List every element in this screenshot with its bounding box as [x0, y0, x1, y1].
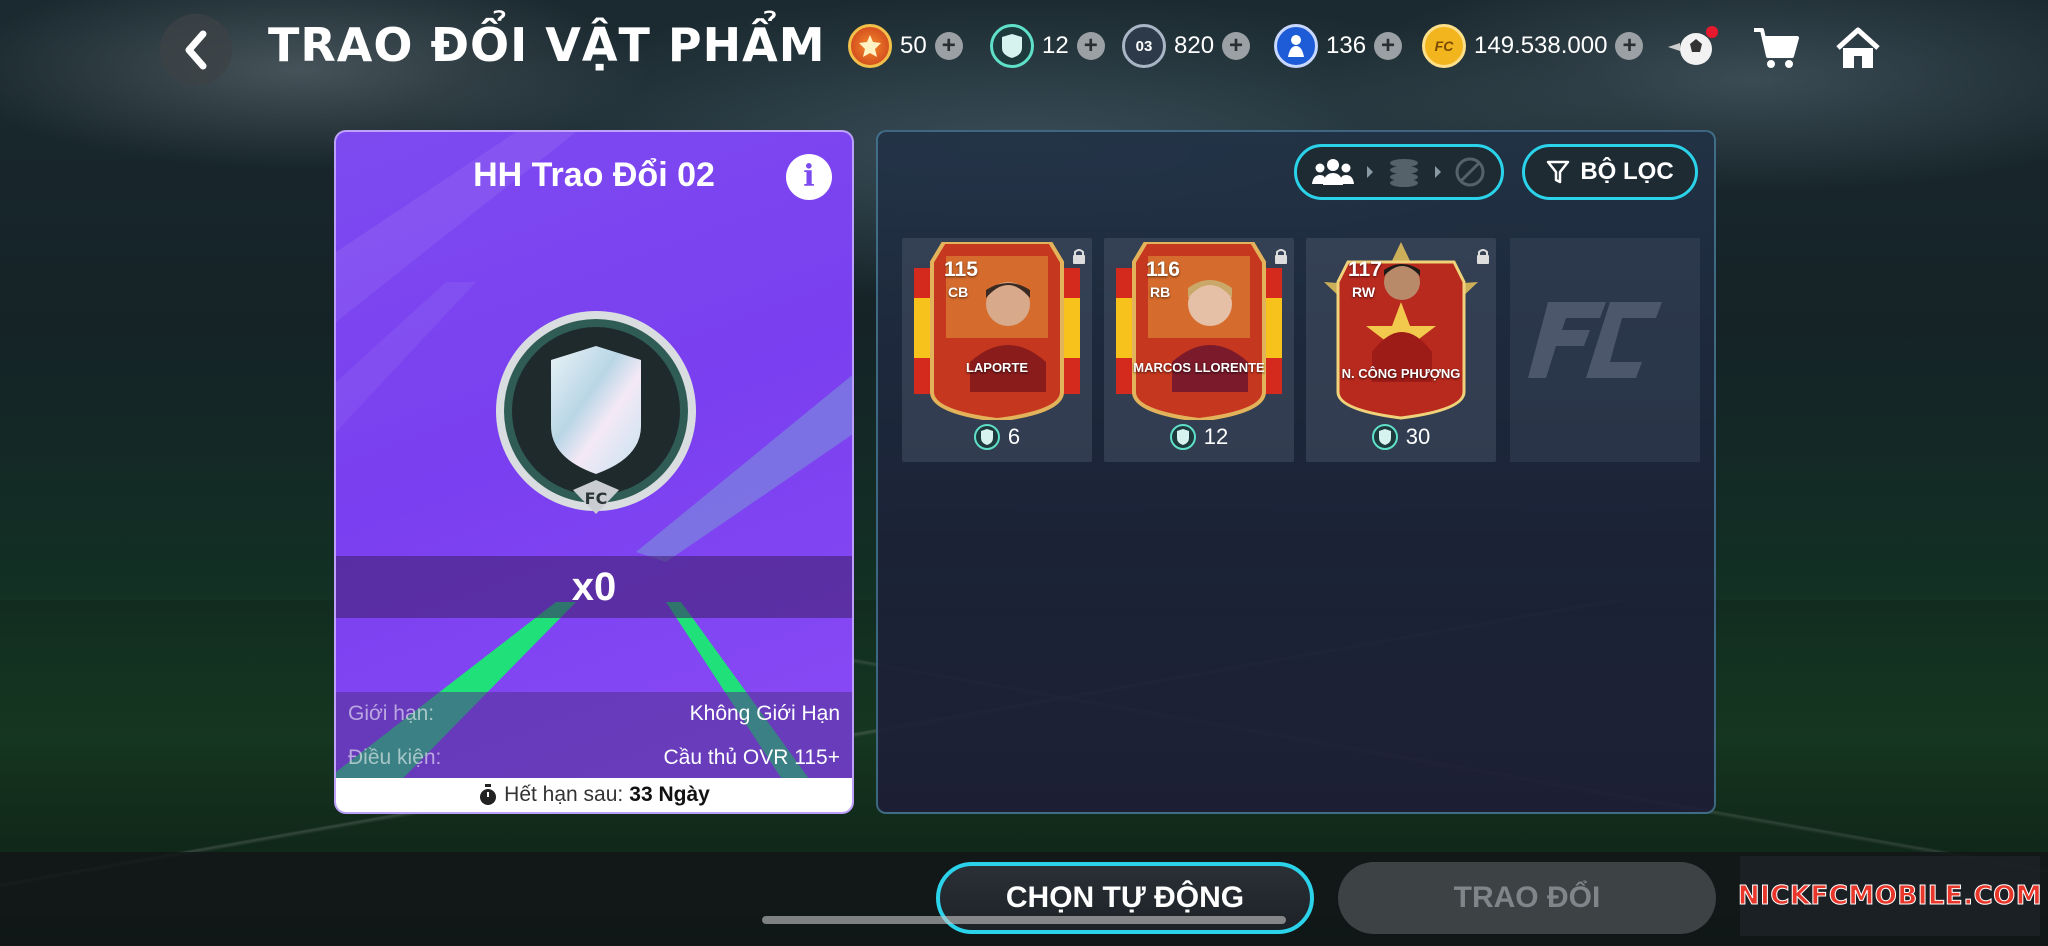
filter-label: BỘ LỌC	[1580, 158, 1674, 185]
home-icon[interactable]	[1830, 20, 1886, 76]
condition-row: Điều kiện: Cầu thủ OVR 115+	[336, 736, 852, 780]
currency-silver-shield: 12 +	[990, 22, 1105, 70]
expiry-value: 33 Ngày	[629, 783, 710, 806]
silver-shield-icon	[1169, 424, 1196, 450]
card-03-icon: 03	[1122, 24, 1166, 68]
exchange-card-title: HH Trao Đổi 02	[473, 156, 715, 194]
player-card-art	[914, 242, 1080, 420]
shopping-cart-icon[interactable]	[1748, 20, 1804, 76]
currency-fc-coin: FC 149.538.000 +	[1422, 22, 1644, 70]
stopwatch-icon	[480, 784, 497, 805]
add-card-button[interactable]: +	[1222, 32, 1251, 60]
home-indicator[interactable]	[762, 916, 1286, 924]
player-position: CB	[948, 284, 969, 300]
lock-icon	[1275, 249, 1287, 264]
lock-icon	[1073, 249, 1085, 264]
no-lock-icon	[1455, 157, 1485, 187]
limit-row: Giới hạn: Không Giới Hạn	[336, 692, 852, 736]
svg-text:FC: FC	[585, 489, 608, 508]
silver-shield-icon	[990, 24, 1034, 68]
watermark-text: NICKFCMOBILE.COM	[1737, 881, 2043, 912]
watermark: NICKFCMOBILE.COM	[1737, 856, 2043, 936]
silver-shield-icon	[1371, 424, 1398, 450]
player-token-amount: 136	[1326, 32, 1367, 59]
player-ovr: 116	[1146, 258, 1180, 281]
team-icon	[1312, 159, 1355, 185]
filter-button[interactable]: BỘ LỌC	[1522, 144, 1698, 200]
currency-card: 03 820 +	[1122, 22, 1251, 70]
empty-player-slot[interactable]	[1510, 238, 1700, 462]
condition-label: Điều kiện:	[348, 746, 442, 769]
condition-value: Cầu thủ OVR 115+	[663, 746, 840, 769]
chevron-right-icon	[1367, 166, 1374, 178]
player-name: N. CÔNG PHƯỢNG	[1341, 366, 1461, 381]
expiry-row: Hết hạn sau: 33 Ngày	[336, 778, 852, 812]
player-card-art	[1116, 242, 1282, 420]
currency-red-token: 50 +	[848, 22, 963, 70]
silver-shield-amount: 12	[1042, 32, 1069, 59]
add-fc-coin-button[interactable]: +	[1615, 32, 1644, 60]
add-red-token-button[interactable]: +	[934, 32, 963, 60]
player-card-art	[1324, 242, 1478, 420]
add-silver-shield-button[interactable]: +	[1076, 32, 1105, 60]
player-cost: 6	[902, 424, 1092, 450]
trade-button[interactable]: TRAO ĐỔI	[1338, 862, 1716, 934]
red-token-amount: 50	[900, 32, 927, 59]
add-player-token-button[interactable]: +	[1374, 32, 1403, 60]
limit-value: Không Giới Hạn	[689, 702, 840, 725]
lock-icon	[1477, 249, 1489, 264]
player-token-icon	[1274, 24, 1318, 68]
sort-segment-control[interactable]	[1294, 144, 1504, 200]
currency-player-token: 136 +	[1274, 22, 1403, 70]
player-cost-value: 12	[1203, 424, 1229, 449]
player-cost: 12	[1104, 424, 1294, 450]
player-slot[interactable]: 115 CB LAPORTE 6	[902, 238, 1092, 462]
card-badge: 03	[1135, 37, 1153, 55]
player-name: MARCOS LLORENTE	[1133, 360, 1265, 375]
player-selection-panel: BỘ LỌC 115 CB LAPORTE 6 116 RB MARCOS LL…	[876, 130, 1716, 814]
player-cost-value: 6	[1007, 424, 1021, 449]
info-icon[interactable]: i	[786, 154, 832, 200]
exchange-quantity: x0	[336, 556, 852, 618]
coin-stack-icon	[1389, 159, 1418, 187]
back-button[interactable]	[160, 14, 232, 86]
player-slot[interactable]: 117 RW N. CÔNG PHƯỢNG 30	[1306, 238, 1496, 462]
red-token-icon	[848, 24, 892, 68]
silver-shield-medal-icon: FC	[496, 311, 696, 514]
fc-coin-icon: FC	[1422, 24, 1466, 68]
player-name: LAPORTE	[965, 360, 1029, 375]
player-cost-value: 30	[1405, 424, 1431, 449]
player-slot[interactable]: 116 RB MARCOS LLORENTE 12	[1104, 238, 1294, 462]
player-ovr: 115	[944, 258, 978, 281]
fc-logo-placeholder-icon	[1528, 302, 1662, 378]
silver-shield-icon	[973, 424, 1000, 450]
player-cost: 30	[1306, 424, 1496, 450]
fc-coin-amount: 149.538.000	[1474, 32, 1608, 59]
filter-icon	[1547, 160, 1570, 184]
exchange-item-card: HH Trao Đổi 02 i FC x0 Giới hạn: Không G…	[334, 130, 854, 814]
exchange-conditions: Giới hạn: Không Giới Hạn Điều kiện: Cầu …	[336, 692, 852, 780]
player-position: RB	[1150, 284, 1171, 300]
expiry-label: Hết hạn sau:	[504, 783, 624, 806]
chevron-right-icon	[1434, 166, 1441, 178]
limit-label: Giới hạn:	[348, 702, 435, 725]
player-position: RW	[1352, 284, 1376, 300]
page-title: TRAO ĐỔI VẬT PHẨM	[268, 18, 826, 72]
player-ovr: 117	[1348, 258, 1382, 281]
chevron-left-icon	[185, 30, 207, 70]
soccer-ball-icon[interactable]	[1664, 20, 1720, 76]
card-amount: 820	[1174, 32, 1215, 59]
